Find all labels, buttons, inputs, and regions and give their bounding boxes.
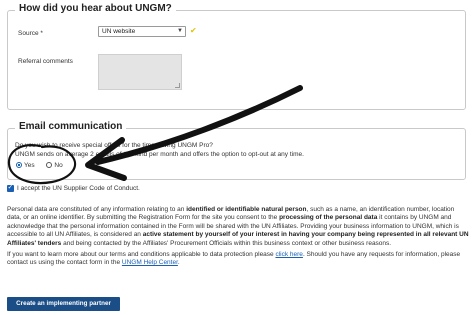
email-legend: Email communication	[15, 121, 127, 132]
chevron-down-icon: ▼	[177, 28, 183, 34]
referral-label: Referral comments	[18, 58, 73, 65]
email-fieldset: Email communication Do you wish to recei…	[7, 121, 466, 180]
radio-yes-icon[interactable]	[16, 162, 22, 168]
create-account-button[interactable]: Create an implementing partner account	[7, 297, 120, 315]
source-select-value: UN website	[102, 28, 136, 35]
radio-group: Yes No	[16, 162, 63, 169]
radio-no-icon[interactable]	[46, 162, 53, 168]
source-fieldset: How did you hear about UNGM? Source * UN…	[7, 3, 466, 110]
source-label: Source *	[18, 30, 43, 37]
check-icon: ✔	[190, 26, 197, 35]
code-of-conduct-label: I accept the UN Supplier Code of Conduct…	[17, 185, 140, 192]
source-legend: How did you hear about UNGM?	[15, 3, 176, 14]
privacy-paragraph: Personal data are constituted of any inf…	[7, 206, 469, 247]
pro-offer-question: Do you wish to receive special offers fo…	[15, 142, 213, 149]
radio-no-label: No	[54, 162, 63, 169]
source-select[interactable]: UN website ▼	[98, 26, 186, 37]
radio-yes-label: Yes	[24, 162, 35, 169]
terms-paragraph: If you want to learn more about our term…	[7, 251, 461, 267]
resize-grip-icon[interactable]	[175, 83, 180, 88]
help-center-link[interactable]: UNGM Help Center	[122, 259, 178, 266]
pro-offer-note: UNGM sends on average 2 emails of this k…	[15, 151, 304, 158]
radio-yes[interactable]: Yes	[16, 162, 35, 169]
referral-comments-textarea[interactable]	[98, 54, 182, 90]
terms-link[interactable]: click here	[275, 251, 302, 258]
code-of-conduct-checkbox[interactable]	[7, 183, 14, 192]
radio-no[interactable]: No	[46, 162, 63, 169]
